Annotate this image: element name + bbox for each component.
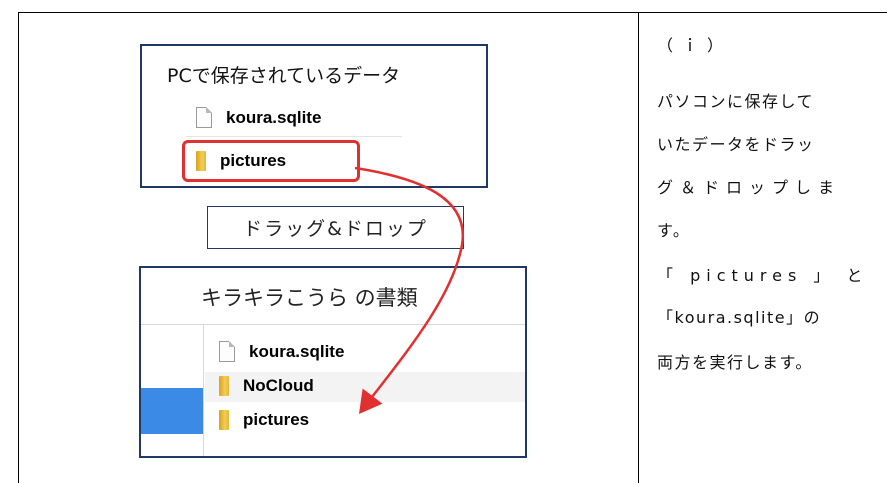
header-divider <box>141 324 525 325</box>
drag-drop-label: ドラッグ&ドロップ <box>243 218 428 240</box>
instruction-line: グ＆ドロップしま <box>657 178 842 197</box>
instruction-line: 「 pictures 」 と <box>657 266 869 285</box>
app-file-pictures[interactable]: pictures <box>219 410 309 430</box>
app-documents-panel: キラキラこうら の書類 koura.sqlite NoCloud picture… <box>139 266 527 458</box>
app-panel-title: キラキラこうら の書類 <box>201 286 418 310</box>
instruction-line: 両方を実行します。 <box>657 353 813 372</box>
instructions-column: （ｉ） パソコンに保存して いたデータをドラッ グ＆ドロップしま す。 「 pi… <box>639 12 887 483</box>
file-name: koura.sqlite <box>226 107 322 127</box>
file-name: pictures <box>243 410 310 429</box>
drag-drop-label-box: ドラッグ&ドロップ <box>207 206 464 249</box>
instruction-line: パソコンに保存して <box>657 92 815 111</box>
sidebar-divider <box>203 325 204 456</box>
row-separator <box>186 136 402 137</box>
document-icon <box>196 107 212 128</box>
pc-panel-title: PCで保存されているデータ <box>167 65 401 87</box>
instruction-line: す。 <box>657 221 691 240</box>
folder-icon <box>219 410 229 430</box>
pictures-highlight <box>182 140 360 182</box>
pc-data-panel: PCで保存されているデータ koura.sqlite pictures <box>140 44 488 188</box>
sidebar-selection <box>141 388 203 434</box>
folder-icon <box>219 376 229 396</box>
file-name: NoCloud <box>243 376 314 395</box>
instruction-line: （ｉ） <box>657 36 733 55</box>
document-icon <box>219 341 235 362</box>
file-name: koura.sqlite <box>249 341 345 361</box>
instruction-line: 「koura.sqlite」の <box>657 308 822 327</box>
app-file-nocloud[interactable]: NoCloud <box>219 376 314 396</box>
app-file-koura-sqlite[interactable]: koura.sqlite <box>219 341 344 362</box>
pc-file-koura-sqlite[interactable]: koura.sqlite <box>196 107 321 128</box>
instruction-line: いたデータをドラッ <box>657 135 815 154</box>
